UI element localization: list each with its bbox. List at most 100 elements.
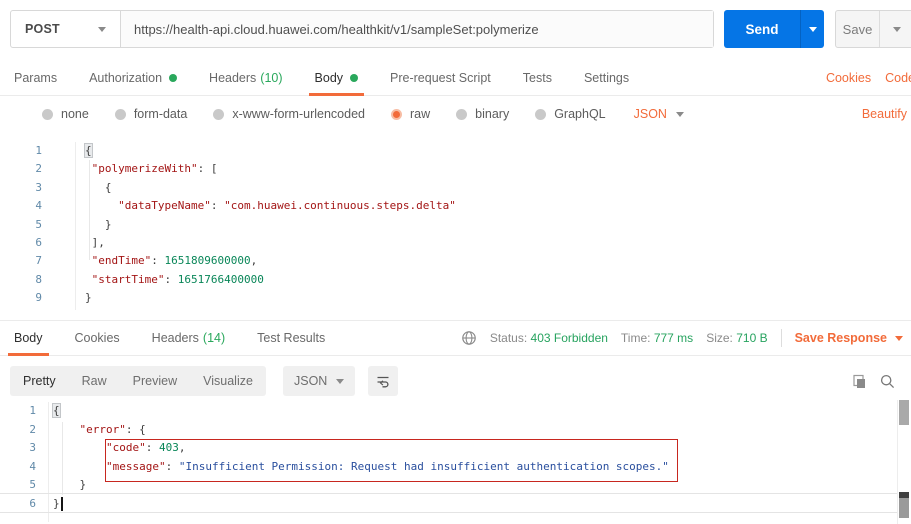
code-link[interactable]: Code: [885, 71, 911, 85]
line-number: 9: [35, 291, 42, 305]
response-view-switcher: Pretty Raw Preview Visualize: [10, 366, 266, 396]
time-badge: Time: 777 ms: [620, 331, 694, 345]
save-response-label: Save Response: [794, 331, 887, 345]
code-token: "error": [79, 422, 126, 436]
request-body-editor[interactable]: 1{2 "polymerizeWith": [3 {4 "dataTypeNam…: [0, 140, 911, 312]
scrollbar-thumb[interactable]: [899, 492, 909, 518]
tab-label: Body: [314, 70, 344, 85]
send-button[interactable]: Send: [724, 10, 800, 48]
code-line: 4 "dataTypeName": "com.huawei.continuous…: [0, 197, 911, 215]
tab-tests[interactable]: Tests: [517, 60, 558, 95]
method-dropdown[interactable]: POST: [11, 11, 121, 47]
green-status-dot: [350, 73, 359, 82]
request-url-bar: POST https://health-api.cloud.huawei.com…: [10, 10, 714, 48]
body-type-form-data[interactable]: form-data: [114, 107, 188, 121]
response-tab-body[interactable]: Body: [8, 321, 49, 356]
code-token: :: [165, 459, 179, 473]
raw-language-label: JSON: [633, 107, 667, 121]
code-line: 3 {: [0, 179, 911, 197]
body-type-raw[interactable]: raw: [391, 107, 430, 121]
save-button[interactable]: Save: [836, 11, 879, 47]
radio-icon: [456, 108, 468, 120]
radio-label: raw: [410, 107, 431, 121]
view-tab-label: Visualize: [203, 374, 253, 388]
postman-app: POST https://health-api.cloud.huawei.com…: [0, 0, 911, 524]
tab-label: Body: [14, 331, 43, 345]
tab-headers[interactable]: Headers (10): [203, 60, 288, 95]
code-token: :: [164, 272, 178, 286]
gutter-divider: [48, 402, 49, 522]
response-language-label: JSON: [294, 374, 328, 388]
copy-response-button[interactable]: [846, 369, 870, 393]
tab-label: Settings: [583, 70, 630, 85]
code-token: 403: [158, 441, 179, 455]
response-language-dropdown[interactable]: JSON: [283, 366, 356, 396]
tab-body[interactable]: Body: [308, 60, 365, 96]
view-tab-preview[interactable]: Preview: [120, 366, 190, 396]
response-body-viewer[interactable]: 1{2 "error": {3 "code": 403, 4 "message":…: [0, 400, 911, 524]
response-toolbar: Pretty Raw Preview Visualize JSON: [0, 362, 911, 400]
beautify-link[interactable]: Beautify: [862, 96, 907, 132]
view-tab-label: Raw: [81, 374, 107, 388]
search-icon: [880, 374, 894, 388]
radio-icon: [391, 108, 402, 120]
tab-authorization[interactable]: Authorization: [83, 60, 183, 95]
tab-label: Test Results: [257, 331, 326, 345]
tab-pre-request-script[interactable]: Pre-request Script: [384, 60, 497, 95]
save-response-button[interactable]: Save Response: [795, 331, 903, 345]
search-response-button[interactable]: [875, 369, 899, 393]
code-line: 7 "endTime": 1651809600000,: [0, 252, 911, 270]
body-type-graphql[interactable]: GraphQL: [535, 107, 606, 121]
body-type-binary[interactable]: binary: [456, 107, 509, 121]
body-type-none[interactable]: none: [42, 107, 89, 121]
code-text: "dataTypeName": "com.huawei.continuous.s…: [85, 197, 456, 215]
code-token: {: [53, 404, 60, 417]
view-tab-pretty[interactable]: Pretty: [10, 366, 69, 396]
request-links: Cookies Code: [826, 60, 911, 96]
raw-language-dropdown[interactable]: JSON: [634, 107, 684, 121]
scrollbar-thumb[interactable]: [899, 400, 909, 425]
save-options-button[interactable]: [879, 11, 911, 47]
wrap-text-button[interactable]: [368, 366, 398, 396]
tab-label: Tests: [522, 70, 552, 85]
tab-count-badge: (14): [202, 331, 226, 345]
response-tab-cookies[interactable]: Cookies: [69, 321, 126, 355]
code-token: }: [85, 291, 92, 305]
tab-label: Cookies: [74, 331, 120, 345]
code-line: 8 "startTime": 1651766400000: [0, 271, 911, 289]
response-tab-test-results[interactable]: Test Results: [251, 321, 331, 355]
line-number: 5: [29, 478, 36, 492]
code-token: "code": [105, 441, 146, 455]
line-number: 6: [29, 496, 36, 510]
tab-params[interactable]: Params: [8, 60, 63, 95]
code-text: }: [53, 476, 86, 495]
send-options-button[interactable]: [800, 10, 824, 48]
code-line: 6 ],: [0, 234, 911, 252]
radio-icon: [42, 108, 53, 120]
view-tab-raw[interactable]: Raw: [69, 366, 120, 396]
chevron-down-icon: [336, 378, 345, 384]
code-line: 2 "error": {: [0, 421, 911, 440]
wrap-text-icon: [377, 376, 389, 388]
view-tab-visualize[interactable]: Visualize: [190, 366, 266, 396]
code-line: 1{: [0, 142, 911, 160]
code-token: : [: [197, 162, 218, 176]
radio-icon: [114, 108, 126, 120]
code-text: }: [53, 495, 63, 514]
url-input[interactable]: https://health-api.cloud.huawei.com/heal…: [121, 11, 713, 47]
code-token: "message": [105, 459, 166, 473]
radio-label: form-data: [133, 107, 188, 121]
cookies-link[interactable]: Cookies: [826, 71, 871, 85]
tab-settings[interactable]: Settings: [578, 60, 635, 95]
code-text: "startTime": 1651766400000: [85, 271, 264, 289]
text-cursor: [60, 496, 63, 511]
tab-label: Pre-request Script: [390, 70, 491, 85]
response-tab-headers[interactable]: Headers (14): [146, 321, 231, 355]
view-tab-label: Preview: [132, 374, 178, 388]
body-type-x-www-form-urlencoded[interactable]: x-www-form-urlencoded: [213, 107, 365, 121]
radio-label: none: [61, 107, 89, 121]
code-token: }: [53, 496, 60, 510]
code-line: 6}: [0, 495, 911, 514]
